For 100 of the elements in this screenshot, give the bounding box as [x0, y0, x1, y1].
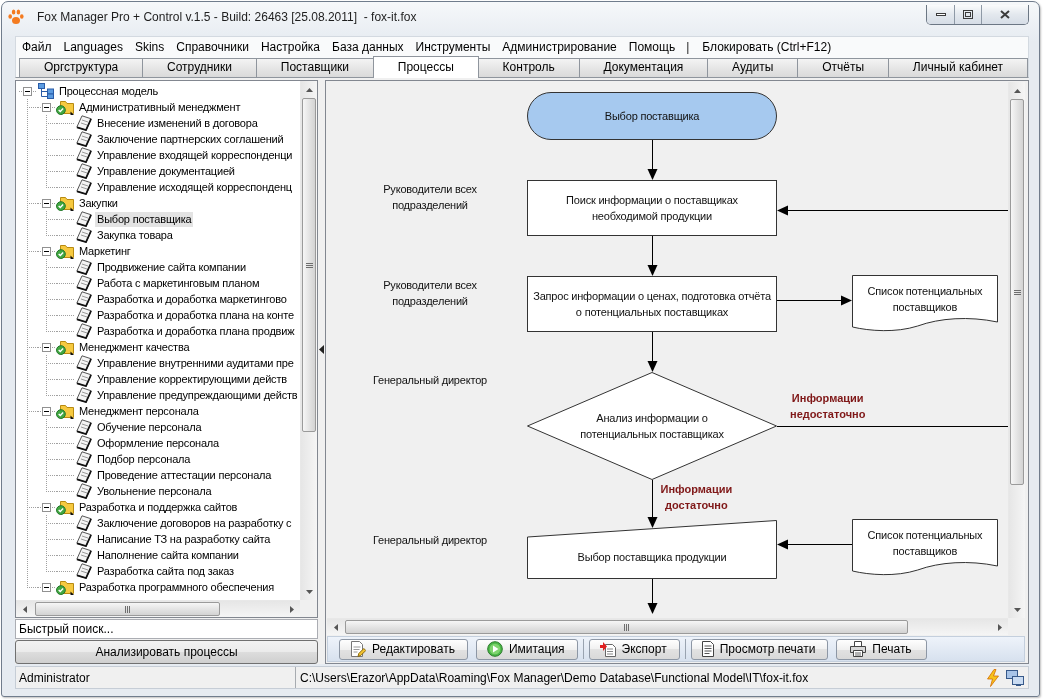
toolbar-button[interactable]: Редактировать	[339, 638, 468, 660]
toolbar-button[interactable]: Экспорт	[588, 638, 680, 660]
tree-item[interactable]: Разработка и доработка плана продвиж	[95, 323, 297, 339]
tree-item[interactable]: Процессная модель	[57, 83, 160, 99]
tab[interactable]: Оргструктура	[19, 58, 144, 77]
paw-icon[interactable]	[8, 9, 24, 25]
tree-item[interactable]: Внесение изменений в договора	[95, 115, 260, 131]
collapse-icon[interactable]	[42, 406, 51, 416]
search-field[interactable]: Быстрый поиск...	[15, 619, 318, 639]
scroll-up-icon[interactable]	[305, 87, 313, 92]
scroll-up-icon[interactable]	[1013, 88, 1021, 93]
collapse-icon[interactable]	[42, 502, 51, 512]
tree-item[interactable]: Управление входящей корреспонденци	[95, 147, 295, 163]
scroll-left-icon[interactable]	[22, 605, 27, 613]
collapse-icon[interactable]	[42, 582, 51, 592]
tree-item[interactable]: Увольнение персонала	[95, 483, 214, 499]
horizontal-scrollbar[interactable]	[16, 600, 300, 617]
collapse-icon[interactable]	[42, 246, 51, 256]
tab[interactable]: Отчёты	[797, 58, 889, 77]
tree-item[interactable]: Управление документацией	[95, 163, 237, 179]
menu-item[interactable]: Skins	[128, 38, 171, 56]
collapse-icon[interactable]	[42, 102, 51, 112]
monitors-icon[interactable]	[1006, 669, 1024, 686]
scrollbar-thumb[interactable]	[302, 98, 316, 432]
vertical-scrollbar[interactable]	[300, 81, 317, 600]
tab[interactable]: Аудиты	[707, 58, 799, 77]
tree-item[interactable]: Закупки	[77, 195, 120, 211]
scroll-down-icon[interactable]	[1013, 607, 1021, 612]
tree-item[interactable]: Подбор персонала	[95, 451, 193, 467]
tree-item[interactable]: Разработка и доработка маркетингово	[95, 291, 289, 307]
tree-item[interactable]: Управление внутренними аудитами пре	[95, 355, 296, 371]
tree-item[interactable]: Менеджмент качества	[77, 339, 192, 355]
document-icon	[76, 275, 92, 291]
tree-item[interactable]: Маркетинг	[77, 243, 133, 259]
close-button[interactable]	[981, 5, 1028, 24]
tree-item[interactable]: Разработка и поддержка сайтов	[77, 499, 240, 515]
vertical-scrollbar[interactable]	[1008, 82, 1025, 618]
menu-item[interactable]: Инструменты	[409, 38, 497, 56]
analyze-button[interactable]: Анализировать процессы	[15, 640, 318, 664]
scrollbar-thumb[interactable]	[345, 620, 908, 634]
tree-item[interactable]: Работа с маркетинговым планом	[95, 275, 262, 291]
document-icon	[701, 641, 714, 657]
menu-item[interactable]: Настройка	[254, 38, 327, 56]
scrollbar-thumb[interactable]	[35, 602, 220, 616]
folder-check-icon	[56, 339, 74, 355]
toolbar-button[interactable]: Имитация	[475, 638, 578, 660]
tree-item[interactable]: Разработка программного обеспечения	[77, 579, 277, 595]
tree-item[interactable]: Административный менеджмент	[77, 99, 243, 115]
tab[interactable]: Поставщики	[255, 58, 374, 77]
menu-item[interactable]: Блокировать (Ctrl+F12)	[696, 38, 838, 56]
toolbar-button[interactable]: Просмотр печати	[690, 638, 829, 660]
tree-item[interactable]: Заключение партнерских соглашений	[95, 131, 286, 147]
tree-item[interactable]: Управление корректирующими действ	[95, 371, 289, 387]
folder-check-icon	[56, 243, 74, 259]
scroll-right-icon[interactable]	[997, 623, 1002, 631]
tree-item[interactable]: Проведение аттестации персонала	[95, 467, 274, 483]
collapse-icon[interactable]	[42, 342, 51, 352]
minimize-button[interactable]	[927, 5, 954, 24]
tree-item[interactable]: Выбор поставщика	[95, 211, 194, 227]
menu-item[interactable]: Администрирование	[496, 38, 623, 56]
tree-item[interactable]: Продвижение сайта компании	[95, 259, 248, 275]
menu-item[interactable]: Помощь	[622, 38, 682, 56]
tab[interactable]: Сотрудники	[142, 58, 257, 77]
tree-item[interactable]: Управление предупреждающими действ	[95, 387, 300, 403]
tab[interactable]: Процессы	[372, 56, 479, 78]
document-icon	[76, 563, 92, 579]
document-icon	[76, 451, 92, 467]
scroll-left-icon[interactable]	[333, 623, 338, 631]
tab[interactable]: Контроль	[477, 58, 580, 77]
maximize-button[interactable]	[954, 5, 981, 24]
tree-item[interactable]: Написание ТЗ на разработку сайта	[95, 531, 273, 547]
tab[interactable]: Документация	[578, 58, 709, 77]
menu-item[interactable]: Languages	[57, 38, 129, 56]
tree-item[interactable]: Управление исходящей корреспонденц	[95, 179, 294, 195]
tree-item[interactable]: Наполнение сайта компании	[95, 547, 241, 563]
menu-item[interactable]: Файл	[16, 38, 58, 56]
tree-item[interactable]: Закупка товара	[95, 227, 175, 243]
window-title: Fox Manager Pro + Control v.1.5 - Build: 26463 [25.08.2011] - fox-it.fox	[37, 9, 418, 25]
scroll-down-icon[interactable]	[305, 589, 313, 594]
tab[interactable]: Личный кабинет	[887, 58, 1028, 77]
collapse-icon[interactable]	[23, 86, 32, 96]
toolbar-button[interactable]: Печать	[836, 638, 928, 660]
tree-item[interactable]: Обучение персонала	[95, 419, 204, 435]
role-label: Генеральный директор	[373, 373, 487, 388]
scroll-right-icon[interactable]	[289, 605, 294, 613]
menu-item[interactable]: Справочники	[170, 38, 255, 56]
collapse-arrow-icon[interactable]	[319, 345, 324, 354]
folder-check-icon	[56, 195, 74, 211]
scrollbar-thumb[interactable]	[1010, 99, 1024, 485]
collapse-icon[interactable]	[42, 198, 51, 208]
tree-item[interactable]: Заключение договоров на разработку с	[95, 515, 294, 531]
tree-item[interactable]: Разработка сайта под заказ	[95, 563, 236, 579]
folder-check-icon	[56, 99, 74, 115]
horizontal-scrollbar[interactable]	[327, 618, 1008, 635]
tree-item[interactable]: Менеджмент персонала	[77, 403, 201, 419]
menu-item[interactable]: База данных	[326, 38, 410, 56]
document-icon	[76, 211, 92, 227]
tree-item[interactable]: Разработка и доработка плана на конте	[95, 307, 296, 323]
document-icon	[76, 387, 92, 403]
tree-item[interactable]: Оформление персонала	[95, 435, 221, 451]
